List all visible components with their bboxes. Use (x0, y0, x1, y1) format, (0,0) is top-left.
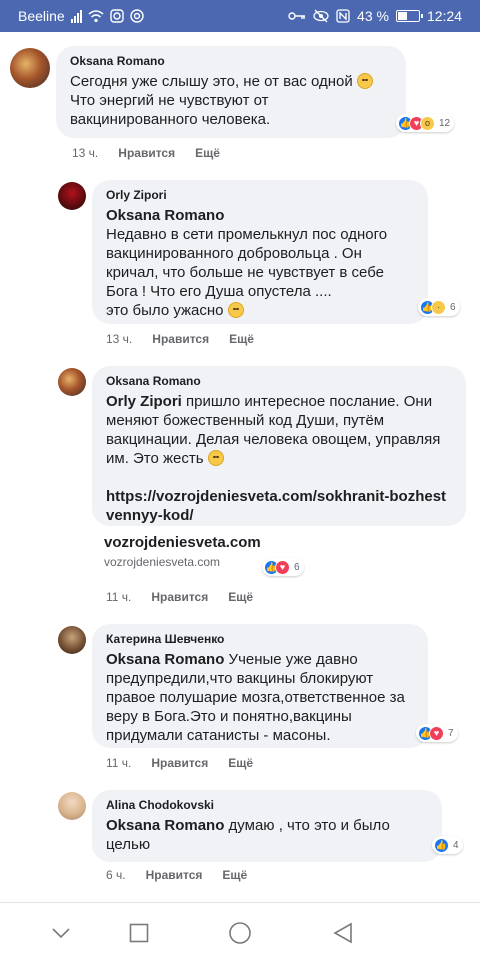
avatar[interactable] (58, 792, 86, 820)
chevron-down-icon[interactable] (48, 920, 74, 946)
comment-text-line: Недавно в сети промелькнул пос одного ва… (106, 226, 388, 300)
love-reaction-icon: ♥ (429, 725, 444, 741)
comment-author[interactable]: Катерина Шевченко (106, 632, 414, 646)
smile-emoji-icon (227, 302, 244, 318)
comment-author[interactable]: Alina Chodokovski (106, 798, 428, 812)
comment-meta: 11 ч. Нравится Ещё (106, 590, 253, 604)
wow-reaction-icon: o (420, 115, 435, 131)
avatar[interactable] (58, 182, 86, 210)
like-reaction-icon: 👍 (434, 837, 449, 853)
reaction-count: 4 (453, 839, 459, 851)
reaction-count: 12 (439, 117, 451, 129)
battery-percent: 43 % (357, 8, 389, 24)
comment-author[interactable]: Oksana Romano (106, 374, 452, 388)
eye-icon (313, 8, 329, 24)
avatar[interactable] (10, 48, 50, 88)
instagram-icon (130, 8, 144, 24)
signal-icon (70, 9, 82, 23)
comment-author[interactable]: Orly Zipori (106, 188, 414, 202)
more-button[interactable]: Ещё (195, 146, 220, 160)
reaction-count: 7 (448, 727, 454, 739)
comment-text: Orly Zipori пришло интересное послание. … (106, 392, 452, 525)
link-preview-domain: vozrojdeniesveta.com (104, 555, 221, 569)
comment-text: Сегодня уже слышу это, не от вас одной Ч… (70, 72, 392, 129)
like-button[interactable]: Нравится (152, 332, 209, 346)
reaction-summary[interactable]: 👍 ♥ 7 (416, 724, 458, 742)
comment-meta: 6 ч. Нравится Ещё (106, 868, 247, 882)
avatar[interactable] (58, 626, 86, 654)
comment-text-line: Что энергий не чувствуют от вакцинирован… (70, 92, 271, 128)
like-button[interactable]: Нравится (151, 756, 208, 770)
smile-emoji-icon (356, 73, 373, 89)
comment-text-line: Сегодня уже слышу это, не от вас одной (70, 73, 353, 90)
comment-time: 11 ч. (106, 756, 132, 770)
more-button[interactable]: Ещё (228, 756, 253, 770)
more-button[interactable]: Ещё (228, 590, 253, 604)
comment-text: Oksana Romano думаю , что это и было цел… (106, 816, 428, 854)
camera-icon (110, 8, 124, 24)
triangle-back-icon[interactable] (330, 920, 356, 946)
square-icon[interactable] (126, 920, 152, 946)
clock: 12:24 (426, 8, 462, 24)
comment-time: 13 ч. (72, 146, 99, 160)
avatar[interactable] (58, 368, 86, 396)
reaction-summary[interactable]: 👍 · 6 (418, 298, 460, 316)
more-button[interactable]: Ещё (229, 332, 254, 346)
reaction-summary[interactable]: 👍 4 (432, 836, 463, 854)
comment-meta: 13 ч. Нравится Ещё (106, 332, 254, 346)
comment-meta: 13 ч. Нравится Ещё (72, 146, 220, 160)
reaction-summary[interactable]: 👍 ♥ o 12 (396, 114, 455, 132)
status-bar: Beeline 43 % 12:24 (0, 0, 480, 32)
smile-emoji-icon (207, 450, 224, 466)
comment-bubble: Orly Zipori Oksana Romano Недавно в сети… (92, 180, 428, 324)
system-nav-bar (0, 902, 480, 960)
reaction-count: 6 (294, 561, 300, 573)
comment-time: 6 ч. (106, 868, 126, 882)
like-button[interactable]: Нравится (146, 868, 203, 882)
carrier-label: Beeline (18, 8, 65, 24)
sad-reaction-icon: · (431, 299, 446, 315)
link-preview[interactable]: vozrojdeniesveta.com vozrojdeniesveta.co… (104, 534, 261, 569)
love-reaction-icon: ♥ (275, 559, 290, 575)
circle-icon[interactable] (227, 920, 253, 946)
wifi-icon (88, 8, 104, 24)
more-button[interactable]: Ещё (222, 868, 247, 882)
comment-author[interactable]: Oksana Romano (70, 54, 392, 68)
comment-bubble: Oksana Romano Сегодня уже слышу это, не … (56, 46, 406, 138)
comment-bubble: Alina Chodokovski Oksana Romano думаю , … (92, 790, 442, 862)
comment-text: Oksana Romano Недавно в сети промелькнул… (106, 206, 414, 320)
like-button[interactable]: Нравится (151, 590, 208, 604)
link-preview-title[interactable]: vozrojdeniesveta.com (104, 534, 261, 551)
comment-text: Oksana Romano Ученые уже давно предупред… (106, 650, 414, 745)
comment-meta: 11 ч. Нравится Ещё (106, 756, 253, 770)
comment-time: 11 ч. (106, 590, 132, 604)
mention-link[interactable]: Oksana Romano (106, 651, 224, 668)
key-icon (288, 8, 306, 24)
reaction-summary[interactable]: 👍 ♥ 6 (262, 558, 304, 576)
mention-link[interactable]: Oksana Romano (106, 817, 224, 834)
comment-text-line: это было ужасно (106, 302, 224, 319)
comment-time: 13 ч. (106, 332, 133, 346)
battery-icon (395, 10, 423, 22)
comment-bubble: Oksana Romano Orly Zipori пришло интерес… (92, 366, 466, 526)
comment-bubble: Катерина Шевченко Oksana Romano Ученые у… (92, 624, 428, 748)
reaction-count: 6 (450, 301, 456, 313)
nfc-icon (336, 8, 350, 24)
like-button[interactable]: Нравится (118, 146, 175, 160)
mention-link[interactable]: Oksana Romano (106, 207, 224, 224)
url-link[interactable]: https://vozrojdeniesveta.com/sokhranit-b… (106, 488, 446, 524)
mention-link[interactable]: Orly Zipori (106, 393, 182, 410)
